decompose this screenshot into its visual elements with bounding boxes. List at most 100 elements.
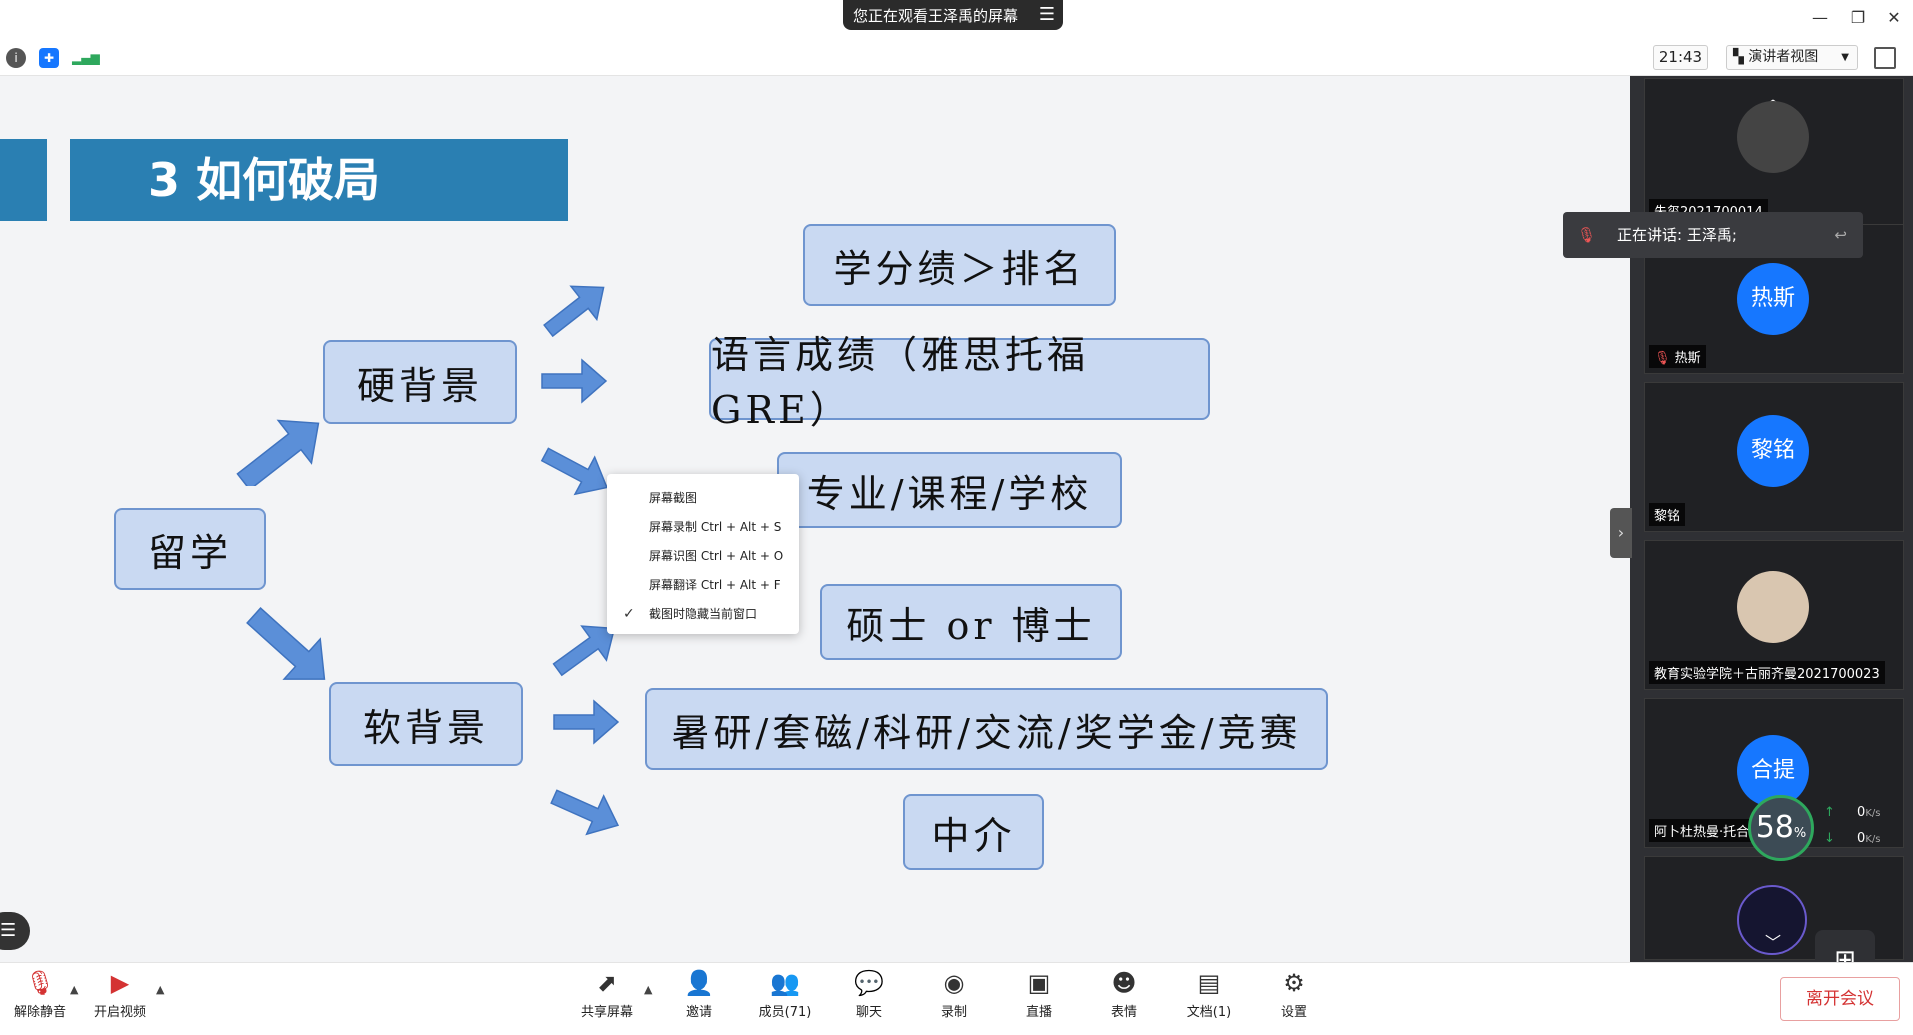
participant-name: 黎铭 xyxy=(1649,503,1686,526)
view-mode-select[interactable]: ▚ 演讲者视图 ▼ xyxy=(1726,45,1858,70)
fullscreen-icon[interactable] xyxy=(1874,47,1896,69)
menu-icon[interactable]: ☰ xyxy=(1039,4,1055,25)
start-video-button[interactable]: ▶ 开启视频 xyxy=(80,969,160,1031)
restore-icon[interactable]: ❐ xyxy=(1846,6,1870,30)
screenshot-context-menu: 屏幕截图 屏幕录制 Ctrl + Alt + S 屏幕识图 Ctrl + Alt… xyxy=(607,474,799,634)
collapse-icon[interactable]: ↩ xyxy=(1834,212,1847,258)
participant-tile[interactable]: ︿ 朱玺2021700014 xyxy=(1644,78,1904,228)
speaking-indicator: 🎙 正在讲话: 王泽禹; ↩ xyxy=(1563,212,1863,258)
meeting-clock: 21:43 xyxy=(1653,45,1708,70)
record-icon: ◉ xyxy=(943,969,965,997)
close-icon[interactable]: ✕ xyxy=(1882,6,1906,30)
share-screen-button[interactable]: ⬈ 共享屏幕 xyxy=(567,969,647,1031)
list-icon[interactable]: ☰ xyxy=(0,912,30,950)
bottom-control-bar: 🎙 解除静音 ▲ ▶ 开启视频 ▲ ⬈ 共享屏幕 ▲ 👤 邀请 👥 成员(71)… xyxy=(0,962,1913,1035)
chat-label: 聊天 xyxy=(855,1005,882,1020)
arrow-hard-to-gpa xyxy=(543,285,605,338)
emoji-label: 表情 xyxy=(1110,1005,1137,1020)
participant-name: 教育实验学院＋古丽齐曼2021700023 xyxy=(1649,661,1885,684)
gear-icon: ⚙ xyxy=(1283,969,1305,997)
chevron-right-icon: › xyxy=(1617,523,1625,542)
shared-screen: 3 如何破局 留学 硬背景 软背景 学分绩＞排名 语言成绩（雅思托福GRE） 专… xyxy=(0,76,1630,962)
network-monitor[interactable]: 58% ↑ 0K/s ↓ 0K/s xyxy=(1748,795,1908,871)
screen-sharing-banner[interactable]: 您正在观看王泽禹的屏幕 ☰ xyxy=(843,0,1063,30)
documents-button[interactable]: ▤ 文档(1) xyxy=(1169,969,1249,1031)
download-arrow-icon: ↓ xyxy=(1824,831,1835,846)
document-icon: ▤ xyxy=(1197,969,1221,997)
menu-item-screen-translate[interactable]: 屏幕翻译 Ctrl + Alt + F xyxy=(607,571,799,600)
node-activities: 暑研/套磁/科研/交流/奖学金/竞赛 xyxy=(645,688,1328,770)
arrow-hard-to-language xyxy=(541,358,608,404)
arrow-soft-to-agency xyxy=(550,789,620,836)
arrow-root-to-soft xyxy=(246,607,326,680)
live-button[interactable]: ▣ 直播 xyxy=(999,969,1079,1031)
chevron-down-icon: ▼ xyxy=(1841,52,1849,63)
record-label: 录制 xyxy=(940,1005,967,1020)
menu-item-label: 屏幕翻译 Ctrl + Alt + F xyxy=(649,578,781,592)
arrow-soft-to-activities xyxy=(553,699,620,745)
participant-name: 🎙 热斯 xyxy=(1649,345,1706,368)
signal-icon[interactable]: ▂▄▆ xyxy=(72,48,100,68)
members-button[interactable]: 👥 成员(71) xyxy=(745,969,825,1031)
members-icon: 👥 xyxy=(770,969,800,997)
node-gpa: 学分绩＞排名 xyxy=(803,224,1116,306)
unmute-button[interactable]: 🎙 解除静音 xyxy=(0,969,80,1031)
mic-muted-icon: 🎙 xyxy=(1654,351,1671,366)
chat-button[interactable]: 💬 聊天 xyxy=(829,969,909,1031)
chevron-down-icon[interactable]: ﹀ xyxy=(1765,929,1781,953)
menu-item-screen-ocr[interactable]: 屏幕识图 Ctrl + Alt + O xyxy=(607,542,799,571)
node-degree: 硕士 or 博士 xyxy=(820,584,1122,660)
menu-item-hide-window[interactable]: ✓ 截图时隐藏当前窗口 xyxy=(607,600,799,629)
info-icon[interactable]: i xyxy=(6,48,26,68)
node-major: 专业/课程/学校 xyxy=(777,452,1122,528)
record-button[interactable]: ◉ 录制 xyxy=(914,969,994,1031)
members-label: 成员(71) xyxy=(758,1005,812,1020)
menu-item-screenshot[interactable]: 屏幕截图 xyxy=(607,484,799,513)
audio-options-chevron-icon[interactable]: ▲ xyxy=(70,983,78,996)
participant-name: 阿卜杜热曼·托合 xyxy=(1649,819,1755,842)
cpu-usage-unit: % xyxy=(1793,826,1807,841)
start-video-label: 开启视频 xyxy=(93,1005,146,1020)
add-user-icon: 👤 xyxy=(684,969,714,997)
checkmark-icon: ✓ xyxy=(623,606,635,622)
minimize-icon[interactable]: — xyxy=(1808,6,1832,30)
emoji-button[interactable]: ☻ 表情 xyxy=(1084,969,1164,1031)
menu-item-label: 屏幕录制 Ctrl + Alt + S xyxy=(649,520,782,534)
live-stream-icon: ▣ xyxy=(1027,969,1051,997)
participant-name-text: 热斯 xyxy=(1674,351,1701,366)
share-options-chevron-icon[interactable]: ▲ xyxy=(644,983,652,996)
node-language: 语言成绩（雅思托福GRE） xyxy=(709,333,1210,432)
share-screen-label: 共享屏幕 xyxy=(580,1005,633,1020)
node-soft-background: 软背景 xyxy=(329,682,523,766)
meeting-toolbar: i ✚ ▂▄▆ 21:43 ▚ 演讲者视图 ▼ xyxy=(0,38,1913,76)
sharing-banner-text: 您正在观看王泽禹的屏幕 xyxy=(853,6,1019,25)
emoji-icon: ☻ xyxy=(1111,969,1137,997)
participant-tile[interactable]: 黎铭 黎铭 xyxy=(1644,382,1904,532)
settings-label: 设置 xyxy=(1280,1005,1307,1020)
avatar xyxy=(1737,101,1809,173)
arrow-root-to-hard xyxy=(236,419,320,486)
chat-icon: 💬 xyxy=(854,969,884,997)
video-off-icon: ▶ xyxy=(110,969,130,997)
avatar xyxy=(1737,571,1809,643)
cpu-usage-value: 58 xyxy=(1755,810,1794,845)
download-speed: ↓ 0K/s xyxy=(1824,831,1880,846)
leave-meeting-button[interactable]: 离开会议 xyxy=(1780,977,1900,1021)
menu-item-screen-record[interactable]: 屏幕录制 Ctrl + Alt + S xyxy=(607,513,799,542)
cpu-usage-gauge: 58% xyxy=(1748,795,1814,861)
panel-toggle-handle[interactable]: › xyxy=(1610,508,1632,558)
invite-button[interactable]: 👤 邀请 xyxy=(659,969,739,1031)
menu-item-label: 屏幕截图 xyxy=(649,491,698,505)
unmute-label: 解除静音 xyxy=(13,1005,66,1020)
avatar: 黎铭 xyxy=(1737,415,1809,487)
upload-speed: ↑ 0K/s xyxy=(1824,805,1880,820)
video-options-chevron-icon[interactable]: ▲ xyxy=(156,983,164,996)
shield-icon[interactable]: ✚ xyxy=(39,48,59,68)
invite-label: 邀请 xyxy=(685,1005,712,1020)
download-speed-unit: K/s xyxy=(1865,834,1881,845)
settings-button[interactable]: ⚙ 设置 xyxy=(1254,969,1334,1031)
participant-tile[interactable]: 教育实验学院＋古丽齐曼2021700023 xyxy=(1644,540,1904,690)
documents-label: 文档(1) xyxy=(1186,1005,1232,1020)
arrow-hard-to-major xyxy=(540,447,608,496)
avatar: 热斯 xyxy=(1737,263,1809,335)
